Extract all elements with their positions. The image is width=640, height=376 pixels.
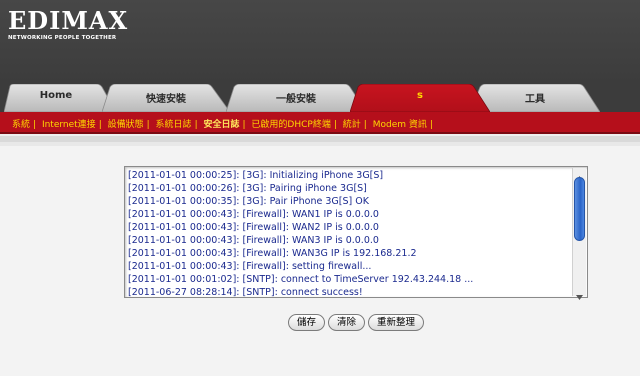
tab-status-label: s bbox=[417, 90, 423, 101]
scroll-down-arrow-icon[interactable] bbox=[573, 287, 586, 300]
header: EDIMAX NETWORKING PEOPLE TOGETHER bbox=[0, 0, 640, 84]
save-button[interactable]: 儲存 bbox=[288, 314, 326, 331]
security-log-textarea[interactable]: [2011-01-01 00:00:25]: [3G]: Initializin… bbox=[124, 166, 588, 300]
submenu-separator: | bbox=[146, 120, 150, 130]
log-line: [2011-01-01 00:00:26]: [3G]: Pairing iPh… bbox=[128, 183, 367, 194]
submenu-separator: | bbox=[194, 120, 198, 130]
submenu-statistics[interactable]: 統計 bbox=[343, 120, 361, 130]
submenu-security-log[interactable]: 安全日誌 bbox=[203, 120, 239, 130]
submenu-separator: | bbox=[429, 120, 433, 130]
main-tab-bar: Home 快速安裝 一般安裝 工具 s bbox=[0, 84, 640, 112]
tab-general-setup[interactable]: 一般安裝 bbox=[226, 84, 366, 112]
submenu-bar: 系統 | Internet連接 | 設備狀態 | 系統日誌 | 安全日誌 | 已啟用的DH… bbox=[0, 112, 640, 134]
submenu-modem-info[interactable]: Modem 資訊 bbox=[373, 120, 427, 130]
log-line: [2011-01-01 00:00:35]: [3G]: Pair iPhone… bbox=[128, 196, 369, 207]
submenu-system-log[interactable]: 系統日誌 bbox=[156, 120, 192, 130]
submenu-separator: | bbox=[333, 120, 337, 130]
submenu-device-status[interactable]: 設備狀態 bbox=[108, 120, 144, 130]
edimax-logo[interactable]: EDIMAX NETWORKING PEOPLE TOGETHER bbox=[8, 6, 129, 42]
logo-tagline: NETWORKING PEOPLE TOGETHER bbox=[8, 35, 117, 41]
tab-status[interactable]: s bbox=[350, 84, 490, 112]
tab-home-label: Home bbox=[39, 90, 73, 101]
tab-quick-setup-label: 快速安裝 bbox=[146, 94, 186, 105]
log-line: [2011-01-01 00:00:43]: [Firewall]: WAN2 … bbox=[128, 222, 379, 233]
tab-general-setup-label: 一般安裝 bbox=[276, 94, 316, 105]
log-line: [2011-01-01 00:00:43]: [Firewall]: WAN3G… bbox=[128, 248, 417, 259]
submenu-internet[interactable]: Internet連接 bbox=[42, 120, 96, 130]
submenu-separator: | bbox=[98, 120, 102, 130]
submenu-links: 系統 | Internet連接 | 設備狀態 | 系統日誌 | 安全日誌 | 已啟用的DH… bbox=[12, 117, 436, 130]
logo-text: EDIMAX bbox=[8, 6, 129, 35]
tab-home[interactable]: Home bbox=[4, 84, 116, 112]
scroll-up-arrow-icon[interactable] bbox=[573, 168, 586, 181]
refresh-button[interactable]: 重新整理 bbox=[368, 314, 425, 331]
submenu-system[interactable]: 系統 bbox=[12, 120, 30, 130]
log-scrollbar[interactable] bbox=[572, 168, 586, 300]
clear-button[interactable]: 清除 bbox=[328, 314, 366, 331]
log-line: [2011-01-01 00:00:43]: [Firewall]: WAN3 … bbox=[128, 235, 379, 246]
log-line: [2011-01-01 00:00:25]: [3G]: Initializin… bbox=[128, 170, 384, 181]
scroll-thumb[interactable] bbox=[574, 177, 585, 241]
log-line: [2011-01-01 00:01:02]: [SNTP]: connect t… bbox=[128, 274, 474, 285]
submenu-separator: | bbox=[33, 120, 37, 130]
submenu-separator: | bbox=[242, 120, 246, 130]
submenu-separator: | bbox=[363, 120, 367, 130]
log-line: [2011-01-01 00:00:43]: [Firewall]: setti… bbox=[128, 261, 372, 272]
tab-quick-setup[interactable]: 快速安裝 bbox=[102, 84, 230, 112]
log-line: [2011-01-01 00:00:43]: [Firewall]: WAN1 … bbox=[128, 209, 379, 220]
log-line: [2011-06-27 08:28:14]: [SNTP]: connect s… bbox=[128, 287, 363, 298]
log-lines: [2011-01-01 00:00:25]: [3G]: Initializin… bbox=[128, 169, 568, 299]
submenu-dhcp-clients[interactable]: 已啟用的DHCP終端 bbox=[251, 120, 330, 130]
